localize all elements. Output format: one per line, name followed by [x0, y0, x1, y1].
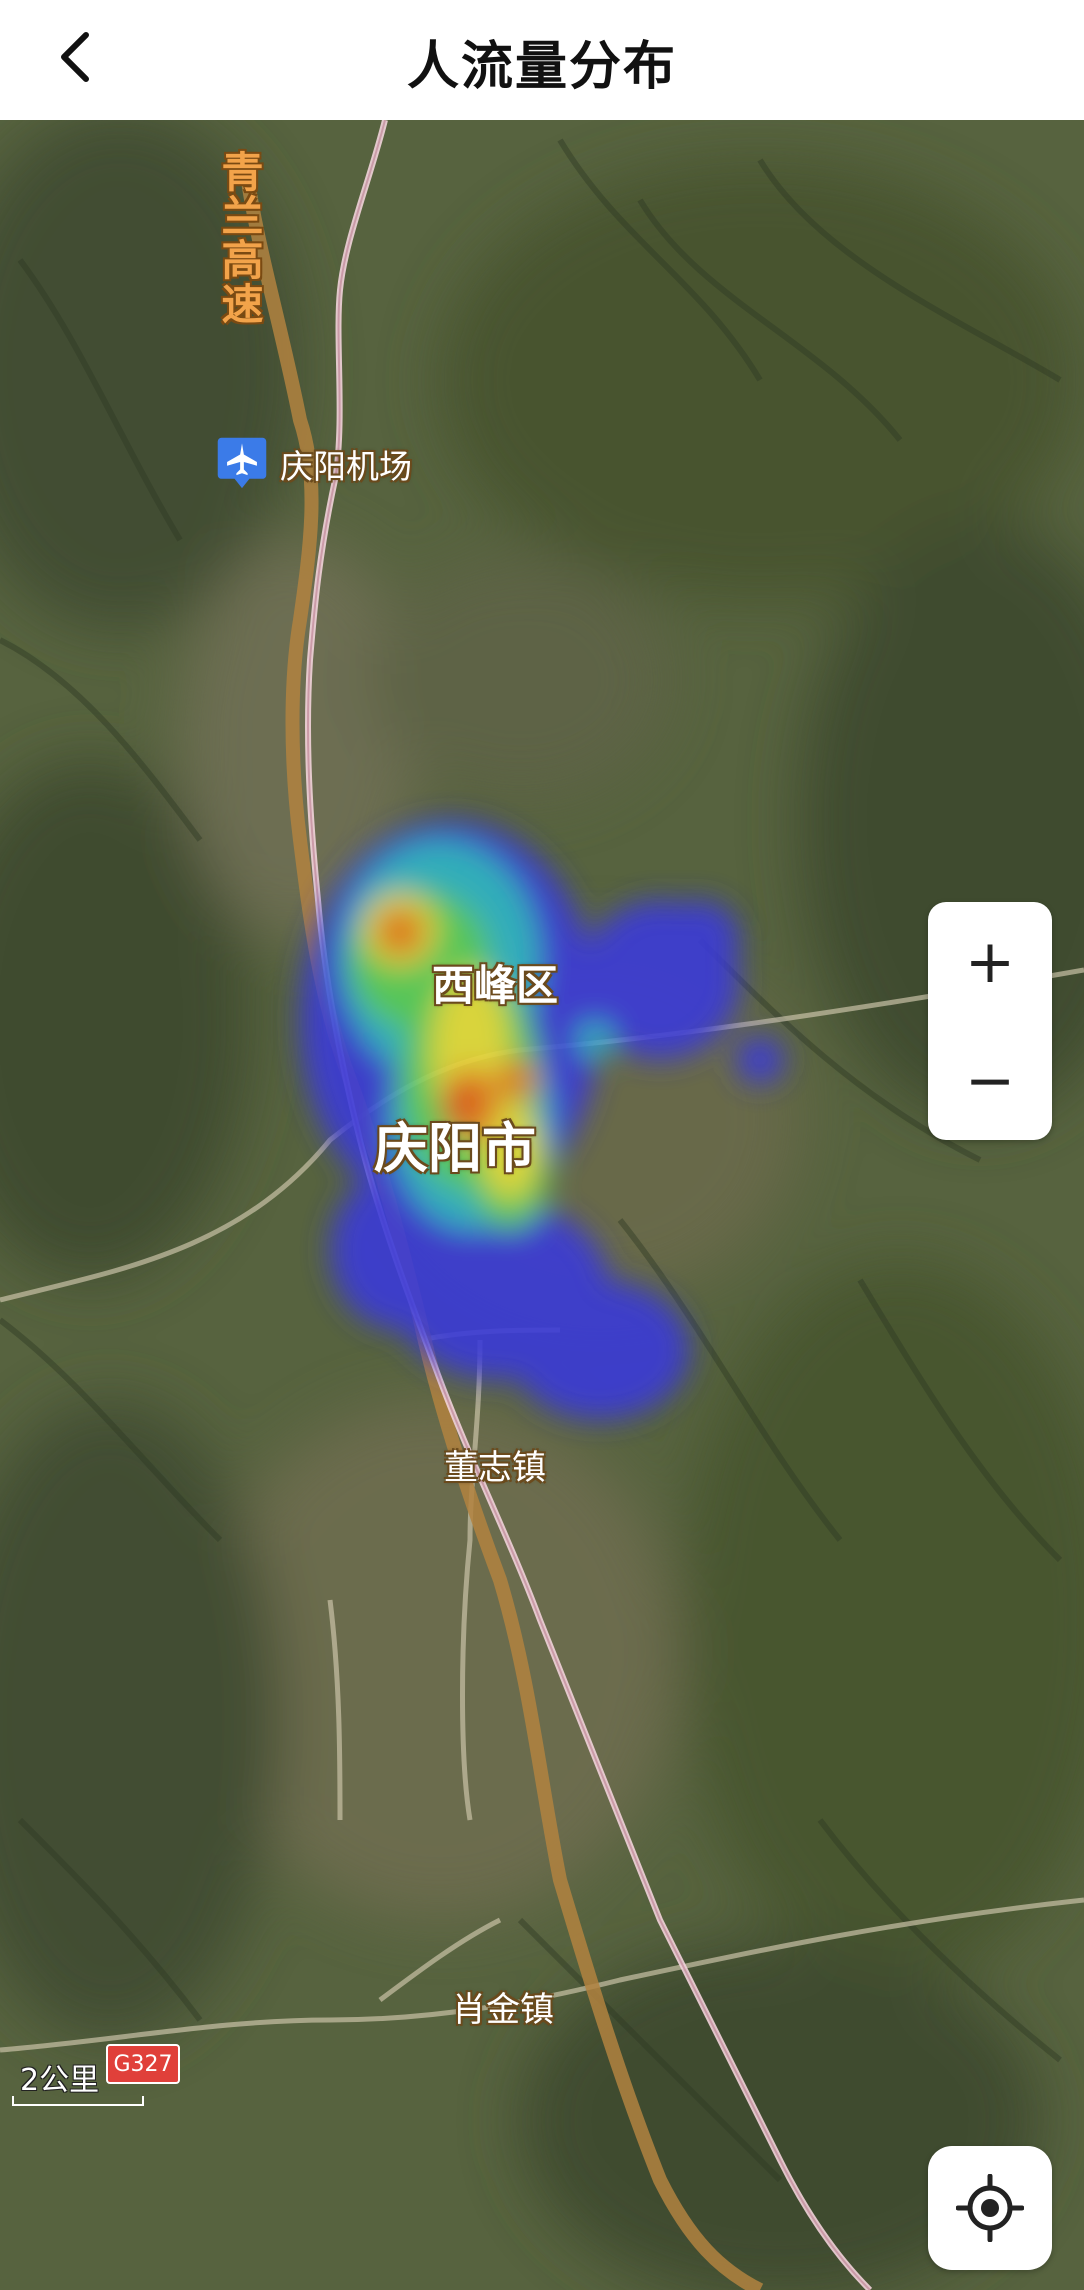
zoom-out-button[interactable]: − — [928, 1021, 1052, 1140]
app-header: 人流量分布 — [0, 0, 1084, 120]
highway-label: 青兰高速 — [215, 150, 264, 326]
scale-label: 2公里 — [20, 2063, 100, 2098]
airport-label[interactable]: 庆阳机场 — [280, 440, 412, 488]
page-title: 人流量分布 — [406, 37, 677, 97]
satellite-terrain — [0, 120, 1084, 2290]
locate-icon — [956, 2174, 1024, 2242]
zoom-control: + − — [928, 902, 1052, 1140]
scale-bar — [12, 2096, 144, 2106]
place-xiaojin[interactable]: 肖金镇 — [452, 1982, 554, 2031]
road-shield-g327: G327 — [106, 2044, 180, 2084]
place-xifeng[interactable]: 西峰区 — [432, 952, 558, 1013]
airport-icon[interactable] — [214, 434, 270, 490]
zoom-in-button[interactable]: + — [928, 902, 1052, 1021]
place-qingyang[interactable]: 庆阳市 — [374, 1104, 536, 1183]
place-dongzhi[interactable]: 董志镇 — [444, 1440, 546, 1489]
map-view[interactable]: 青兰高速 庆阳机场 西峰区 庆阳市 董志镇 肖金镇 + − 2公里 G327 — [0, 120, 1084, 2290]
locate-button[interactable] — [928, 2146, 1052, 2270]
